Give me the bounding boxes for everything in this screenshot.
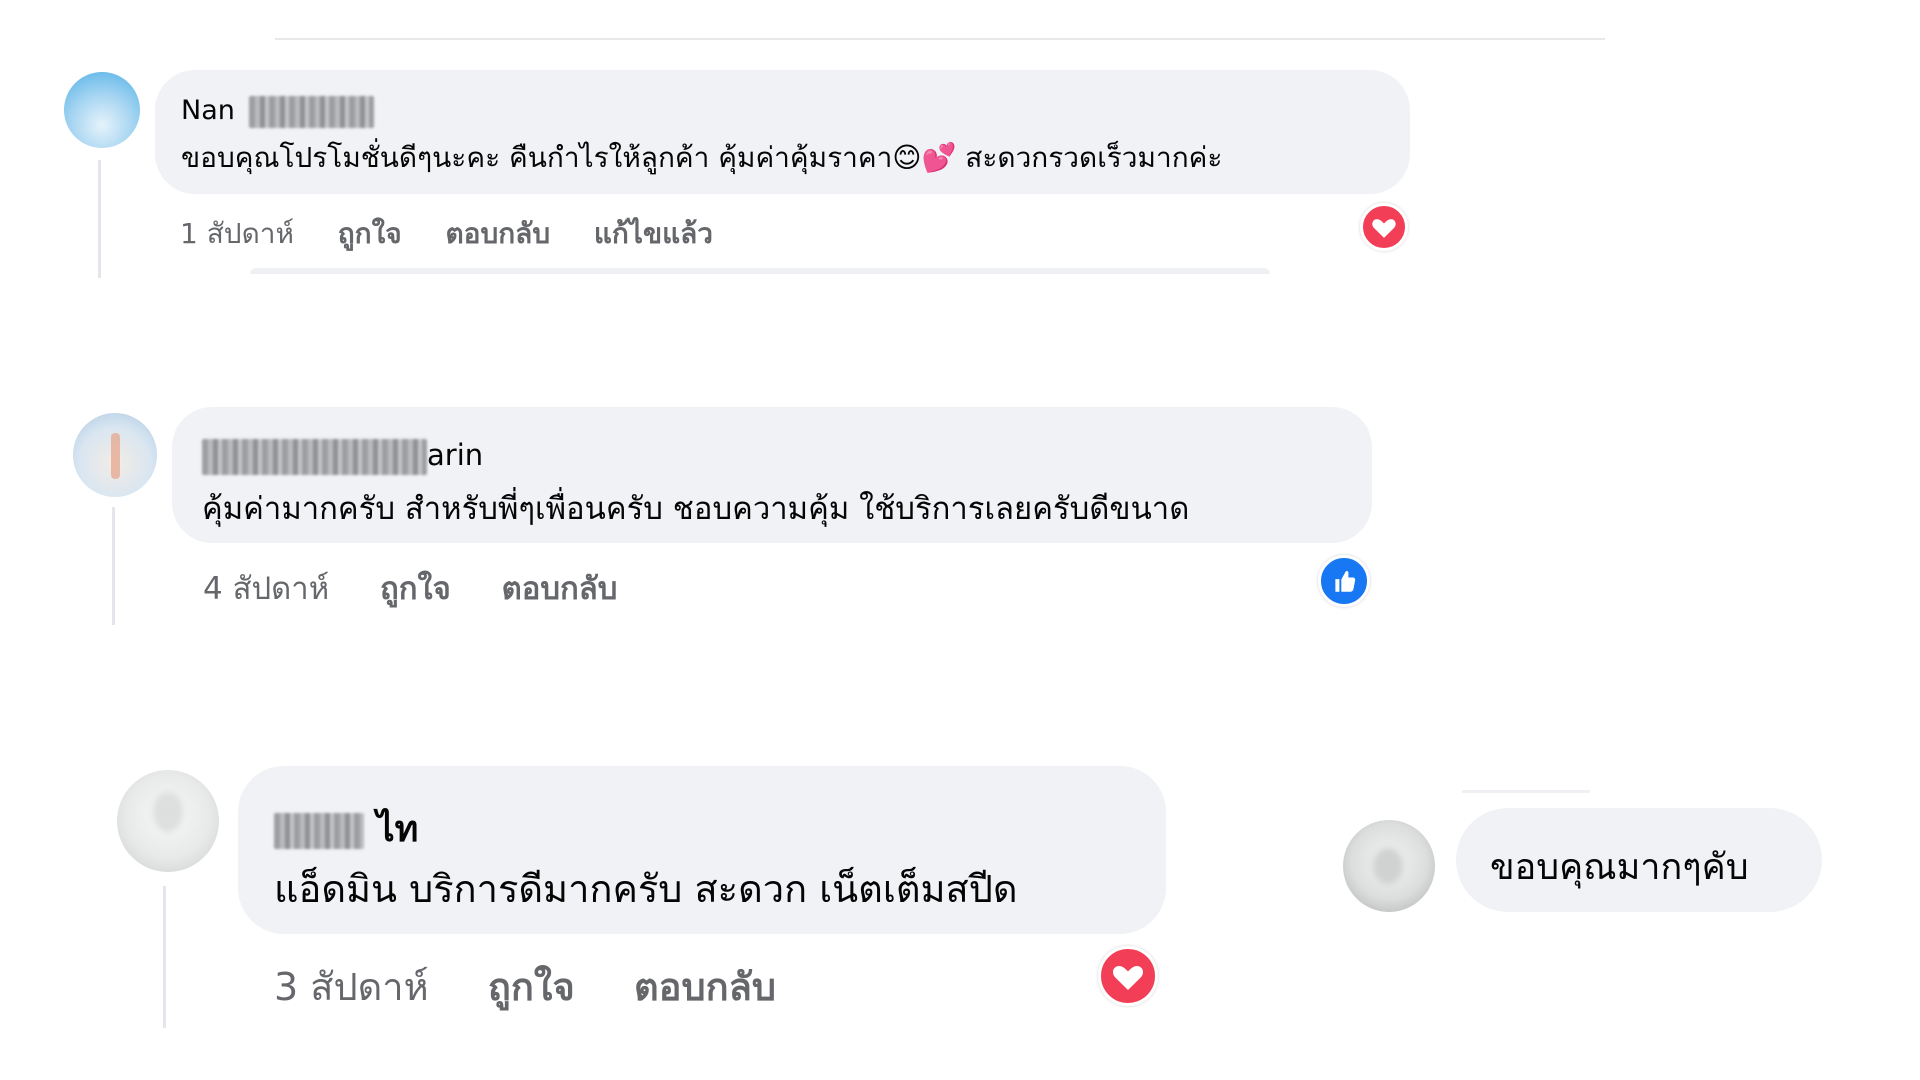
comment-time[interactable]: 1 สัปดาห์ [180,212,294,256]
comment-author[interactable]: ไท [274,800,418,857]
author-name[interactable]: ไท [377,809,419,850]
reply-top-edge [1462,790,1590,793]
love-reaction-icon[interactable] [1360,203,1408,251]
comment-actions: 3 สัปดาห์ ถูกใจ ตอบกลับ [274,956,776,1017]
avatar-figure [153,792,183,832]
comment-author[interactable]: Nan [181,95,375,128]
redacted-name-block [274,813,364,849]
author-name[interactable]: arin [427,438,483,472]
redacted-name-block [202,439,427,475]
reply-text: ขอบคุณมากๆคับ [1490,847,1749,888]
comment-text: ขอบคุณโปรโมชั่นดีๆนะคะ คืนกำไรให้ลูกค้า … [181,141,1223,174]
avatar[interactable] [117,770,219,872]
avatar-figure [1373,848,1403,884]
thread-line [98,160,101,278]
comment-time[interactable]: 3 สัปดาห์ [274,956,429,1017]
hidden-reply-edge [250,268,1270,274]
like-button[interactable]: ถูกใจ [338,212,402,256]
reply-button[interactable]: ตอบกลับ [502,563,618,613]
edited-label: แก้ไขแล้ว [593,217,714,250]
redacted-name-block [249,95,375,128]
thread-line [163,886,166,1028]
like-button[interactable]: ถูกใจ [488,956,575,1017]
like-reaction-icon[interactable] [1318,555,1370,607]
avatar[interactable] [73,413,157,497]
comment-actions: 4 สัปดาห์ ถูกใจ ตอบกลับ [203,563,617,613]
comment-text: แอ็ดมิน บริการดีมากครับ สะดวก เน็ตเต็มสป… [274,867,1018,911]
author-name[interactable]: Nan [181,95,235,126]
love-reaction-icon[interactable] [1098,946,1158,1006]
comment-time[interactable]: 4 สัปดาห์ [203,563,329,613]
like-button[interactable]: ถูกใจ [380,563,451,613]
comment-text: คุ้มค่ามากครับ สำหรับพี่ๆเพื่อนครับ ชอบค… [202,491,1190,527]
reply-button[interactable]: ตอบกลับ [445,212,550,256]
avatar[interactable] [1343,820,1435,912]
thread-line [112,507,115,625]
reply-button[interactable]: ตอบกลับ [634,956,776,1017]
person-figure [111,433,120,479]
comment-actions: 1 สัปดาห์ ถูกใจ ตอบกลับ แก้ไขแล้ว [180,212,713,256]
avatar[interactable] [64,72,140,148]
comment-author[interactable]: arin [202,438,483,475]
top-divider [275,38,1605,40]
